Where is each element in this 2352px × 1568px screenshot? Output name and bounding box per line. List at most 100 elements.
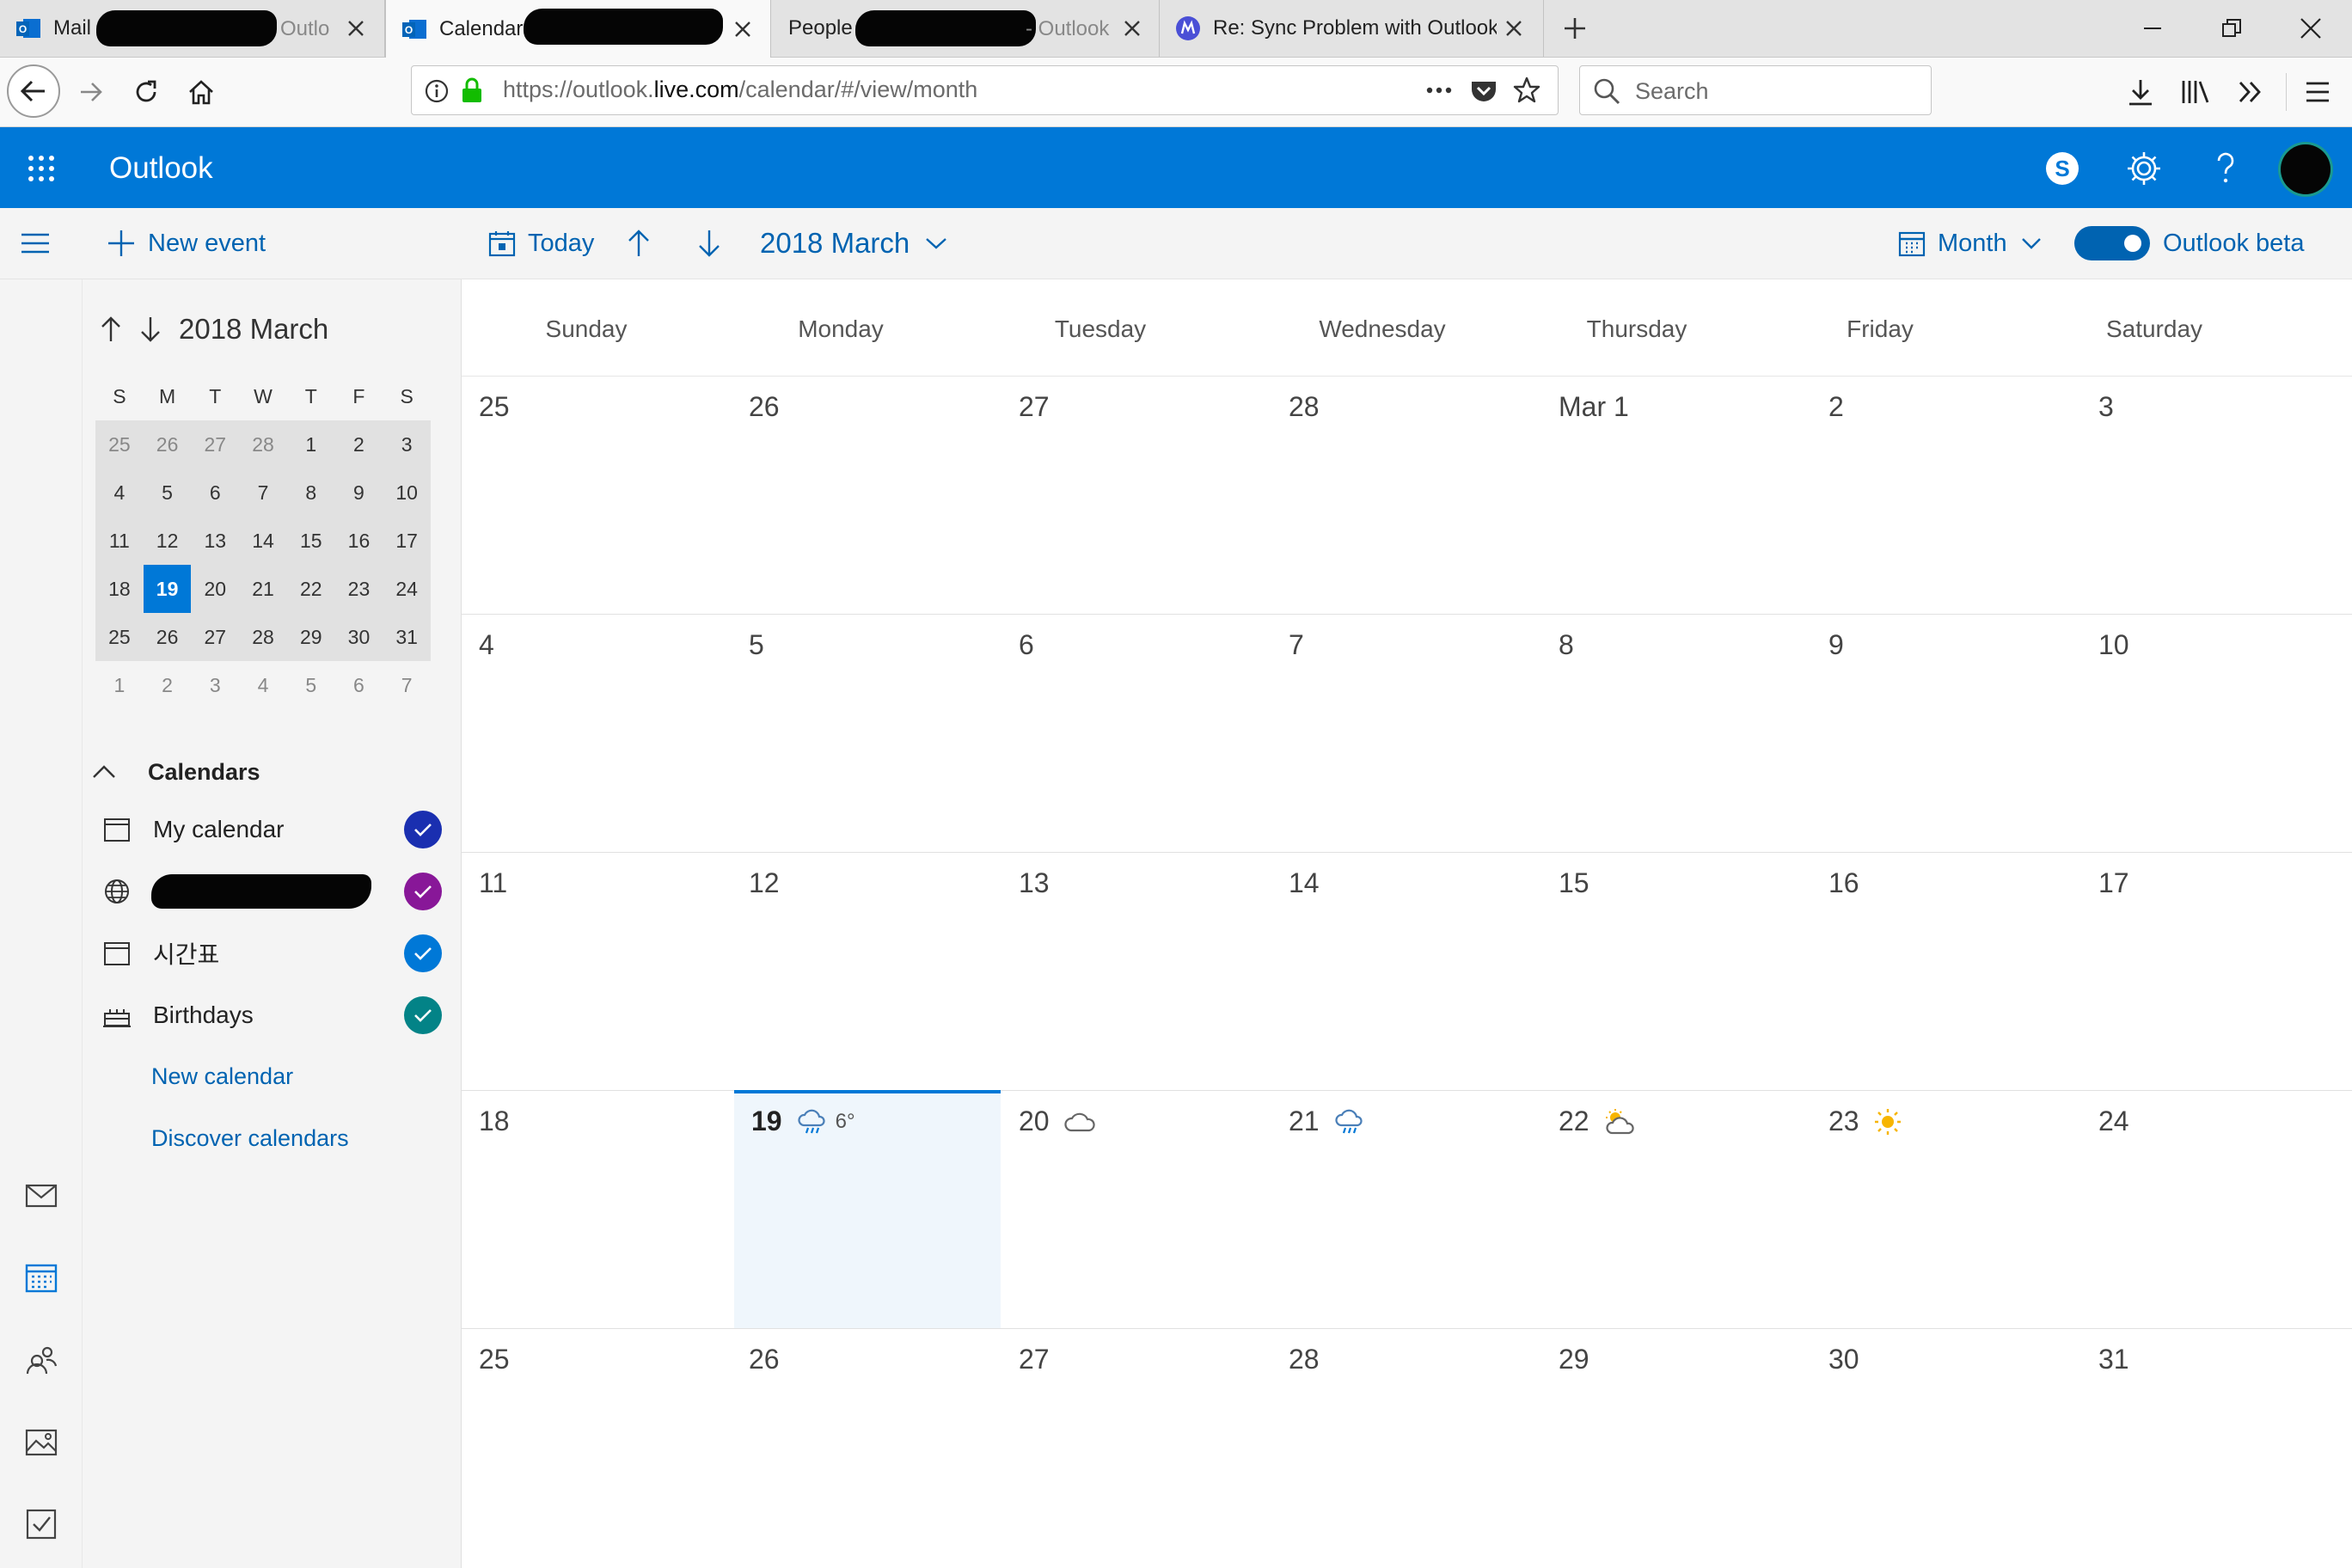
mini-day[interactable]: 1: [95, 661, 144, 709]
day-cell[interactable]: 7: [1271, 614, 1541, 852]
day-cell[interactable]: 22: [1541, 1090, 1811, 1328]
tasks-icon[interactable]: [15, 1498, 67, 1550]
mini-day[interactable]: 25: [95, 420, 144, 469]
day-cell[interactable]: 6: [1001, 614, 1271, 852]
tab-calendar[interactable]: O Calendar: [385, 0, 771, 58]
new-event-button[interactable]: New event: [107, 208, 266, 279]
day-cell[interactable]: 17: [2081, 852, 2352, 1090]
today-button[interactable]: Today: [488, 208, 594, 279]
close-tab-icon[interactable]: [339, 11, 373, 46]
mini-day[interactable]: 26: [143, 613, 192, 661]
day-cell[interactable]: 13: [1001, 852, 1271, 1090]
weather-forecast[interactable]: [1063, 1111, 1105, 1133]
skype-icon[interactable]: S: [2037, 143, 2088, 194]
mini-day[interactable]: 4: [95, 469, 144, 517]
back-button[interactable]: [7, 64, 60, 118]
day-cell[interactable]: 25: [462, 1328, 732, 1566]
day-cell[interactable]: 12: [732, 852, 1001, 1090]
day-cell[interactable]: 9: [1811, 614, 2081, 852]
checkmark-icon[interactable]: [404, 996, 442, 1034]
mini-day[interactable]: 14: [239, 517, 287, 565]
mini-day[interactable]: 27: [191, 613, 240, 661]
lock-icon[interactable]: [460, 77, 484, 104]
day-cell-today[interactable]: 19 6°: [734, 1090, 1001, 1328]
tab-mail[interactable]: O Mail Outlo: [0, 0, 385, 57]
weather-forecast[interactable]: [1873, 1107, 1911, 1136]
new-tab-button[interactable]: [1547, 1, 1602, 56]
mini-day[interactable]: 5: [287, 661, 335, 709]
weather-forecast[interactable]: [1333, 1109, 1373, 1135]
mini-day[interactable]: 15: [286, 517, 335, 565]
mini-day[interactable]: 3: [383, 420, 432, 469]
close-window-button[interactable]: [2283, 1, 2338, 56]
previous-month-button[interactable]: [626, 208, 664, 279]
mini-day[interactable]: 28: [239, 613, 287, 661]
tab-people[interactable]: People - Outlook: [771, 0, 1160, 57]
home-button[interactable]: [174, 64, 229, 119]
day-cell[interactable]: Mar 1: [1541, 376, 1811, 614]
view-switcher[interactable]: Month: [1898, 208, 2054, 279]
reload-button[interactable]: [119, 64, 174, 119]
mini-day[interactable]: 6: [191, 469, 240, 517]
mini-day[interactable]: 12: [143, 517, 192, 565]
discover-calendars-link[interactable]: Discover calendars: [151, 1125, 349, 1152]
mini-day[interactable]: 27: [191, 420, 240, 469]
day-cell[interactable]: 8: [1541, 614, 1811, 852]
people-icon[interactable]: [15, 1334, 67, 1386]
gear-icon[interactable]: [2118, 143, 2170, 194]
mini-day[interactable]: 1: [286, 420, 335, 469]
pocket-icon[interactable]: [1469, 77, 1498, 106]
mini-day[interactable]: 28: [239, 420, 287, 469]
mini-day[interactable]: 22: [286, 565, 335, 613]
day-cell[interactable]: 24: [2081, 1090, 2352, 1328]
mini-day[interactable]: 6: [335, 661, 383, 709]
day-cell[interactable]: 2: [1811, 376, 2081, 614]
calendar-item-my-calendar[interactable]: My calendar: [100, 804, 452, 855]
mini-day[interactable]: 24: [383, 565, 432, 613]
mini-day[interactable]: 2: [144, 661, 192, 709]
mini-day[interactable]: 20: [191, 565, 240, 613]
day-cell[interactable]: 29: [1541, 1328, 1811, 1566]
mini-day-today[interactable]: 19: [143, 565, 192, 613]
period-picker[interactable]: 2018 March: [760, 208, 959, 279]
search-input[interactable]: [1633, 75, 1920, 107]
calendar-item-birthdays[interactable]: Birthdays: [100, 989, 452, 1041]
day-cell[interactable]: 20: [1001, 1090, 1271, 1328]
mini-day[interactable]: 7: [239, 469, 287, 517]
close-tab-icon[interactable]: [1115, 11, 1149, 46]
mini-day[interactable]: 5: [143, 469, 192, 517]
day-cell[interactable]: 18: [462, 1090, 732, 1328]
weather-forecast[interactable]: [1603, 1108, 1645, 1136]
mini-day[interactable]: 4: [239, 661, 287, 709]
mini-day[interactable]: 7: [383, 661, 431, 709]
app-name[interactable]: Outlook: [109, 151, 213, 186]
mini-day[interactable]: 31: [383, 613, 432, 661]
mini-day[interactable]: 23: [334, 565, 383, 613]
mini-day[interactable]: 8: [286, 469, 335, 517]
mini-day[interactable]: 29: [286, 613, 335, 661]
mini-day[interactable]: 25: [95, 613, 144, 661]
mini-previous-button[interactable]: [100, 315, 122, 343]
mini-day[interactable]: 16: [334, 517, 383, 565]
day-cell[interactable]: 31: [2081, 1328, 2352, 1566]
mini-day[interactable]: 13: [191, 517, 240, 565]
checkmark-icon[interactable]: [404, 934, 442, 972]
url-bar[interactable]: https://outlook.live.com/calendar/#/view…: [411, 65, 1559, 115]
restore-button[interactable]: [2204, 1, 2259, 56]
close-tab-icon[interactable]: [1497, 11, 1531, 46]
mini-day[interactable]: 9: [334, 469, 383, 517]
calendar-item-shared[interactable]: [100, 866, 452, 917]
mini-day[interactable]: 18: [95, 565, 144, 613]
weather-forecast[interactable]: 6°: [796, 1109, 855, 1135]
mini-day[interactable]: 21: [239, 565, 287, 613]
menu-icon[interactable]: [2290, 64, 2345, 119]
day-cell[interactable]: 26: [732, 376, 1001, 614]
downloads-icon[interactable]: [2113, 64, 2168, 119]
day-cell[interactable]: 27: [1001, 1328, 1271, 1566]
day-cell[interactable]: 5: [732, 614, 1001, 852]
mini-day[interactable]: 2: [334, 420, 383, 469]
day-cell[interactable]: 16: [1811, 852, 2081, 1090]
mini-day[interactable]: 3: [191, 661, 239, 709]
day-cell[interactable]: 15: [1541, 852, 1811, 1090]
day-cell[interactable]: 4: [462, 614, 732, 852]
